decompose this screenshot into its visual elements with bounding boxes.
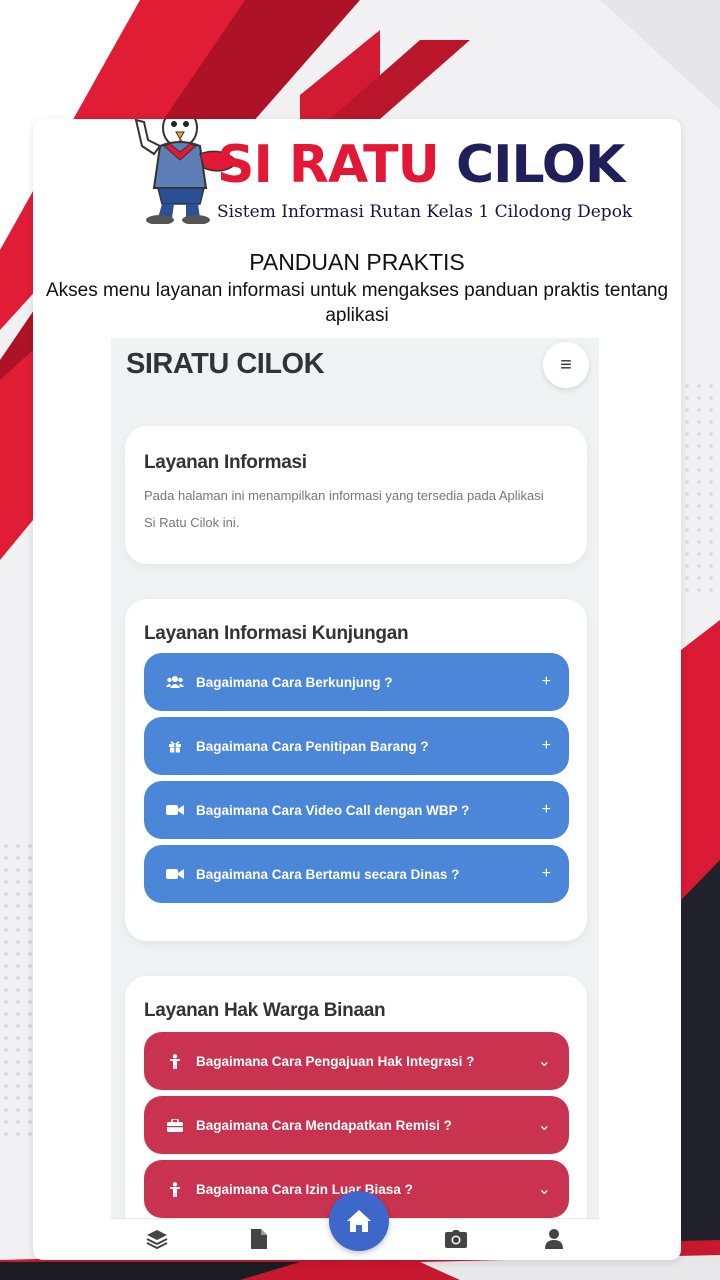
logo-subtitle: Sistem Informasi Rutan Kelas 1 Cilodong …: [217, 202, 633, 222]
accordion-item-hak-integrasi[interactable]: Bagaimana Cara Pengajuan Hak Integrasi ?…: [144, 1032, 569, 1090]
accordion-item-video-call[interactable]: Bagaimana Cara Video Call dengan WBP ? +: [144, 781, 569, 839]
page-description: Akses menu layanan informasi untuk menga…: [45, 280, 669, 326]
menu-button[interactable]: ≡: [543, 342, 589, 388]
hamburger-icon: ≡: [560, 353, 572, 376]
briefcase-icon: [164, 1118, 186, 1132]
hak-panel-title: Layanan Hak Warga Binaan: [144, 1000, 386, 1021]
info-panel-title: Layanan Informasi: [144, 452, 307, 473]
kunjungan-panel: Layanan Informasi Kunjungan Bagaimana Ca…: [125, 599, 587, 941]
logo-title: SI RATU CILOK: [217, 135, 625, 195]
kunjungan-panel-title: Layanan Informasi Kunjungan: [144, 623, 409, 644]
app-screenshot: SIRATU CILOK ≡ Layanan Informasi Pada ha…: [111, 338, 599, 1260]
accordion-label: Bagaimana Cara Video Call dengan WBP ?: [196, 802, 470, 818]
layers-icon: [146, 1230, 168, 1249]
chevron-down-icon: ⌄: [537, 1181, 551, 1198]
page-heading: PANDUAN PRAKTIS: [249, 249, 465, 275]
camera-icon: [445, 1230, 467, 1248]
gift-icon: [164, 739, 186, 753]
home-icon: [347, 1210, 371, 1232]
plus-icon: +: [541, 865, 551, 882]
nav-layers[interactable]: [145, 1227, 169, 1251]
accordion-item-penitipan-barang[interactable]: Bagaimana Cara Penitipan Barang ? +: [144, 717, 569, 775]
users-icon: [164, 675, 186, 689]
document-icon: [251, 1229, 267, 1249]
plus-icon: +: [541, 673, 551, 690]
accordion-label: Bagaimana Cara Pengajuan Hak Integrasi ?: [196, 1053, 475, 1069]
app-title: SIRATU CILOK: [126, 348, 325, 380]
accordion-label: Bagaimana Cara Bertamu secara Dinas ?: [196, 866, 460, 882]
nav-camera[interactable]: [444, 1227, 468, 1251]
accordion-label: Bagaimana Cara Berkunjung ?: [196, 674, 393, 690]
video-icon: [164, 804, 186, 816]
bottom-nav: [111, 1191, 599, 1260]
video-icon: [164, 868, 186, 880]
nav-document[interactable]: [247, 1227, 271, 1251]
accordion-item-bertamu-dinas[interactable]: Bagaimana Cara Bertamu secara Dinas ? +: [144, 845, 569, 903]
user-icon: [545, 1229, 563, 1249]
person-icon: [164, 1053, 186, 1069]
chevron-down-icon: ⌄: [537, 1117, 551, 1134]
info-panel-text: Pada halaman ini menampilkan informasi y…: [144, 488, 544, 530]
app-logo: SI RATU CILOK Sistem Informasi Rutan Kel…: [33, 119, 681, 249]
guide-card: SI RATU CILOK Sistem Informasi Rutan Kel…: [33, 119, 681, 1260]
info-panel: Layanan Informasi Pada halaman ini menam…: [125, 426, 587, 564]
nav-home[interactable]: [329, 1191, 389, 1251]
plus-icon: +: [541, 737, 551, 754]
plus-icon: +: [541, 801, 551, 818]
chevron-down-icon: ⌄: [537, 1053, 551, 1070]
person-icon: [164, 1181, 186, 1197]
accordion-item-remisi[interactable]: Bagaimana Cara Mendapatkan Remisi ? ⌄: [144, 1096, 569, 1154]
nav-user[interactable]: [542, 1227, 566, 1251]
accordion-label: Bagaimana Cara Penitipan Barang ?: [196, 738, 429, 754]
accordion-label: Bagaimana Cara Mendapatkan Remisi ?: [196, 1117, 452, 1133]
accordion-item-berkunjung[interactable]: Bagaimana Cara Berkunjung ? +: [144, 653, 569, 711]
